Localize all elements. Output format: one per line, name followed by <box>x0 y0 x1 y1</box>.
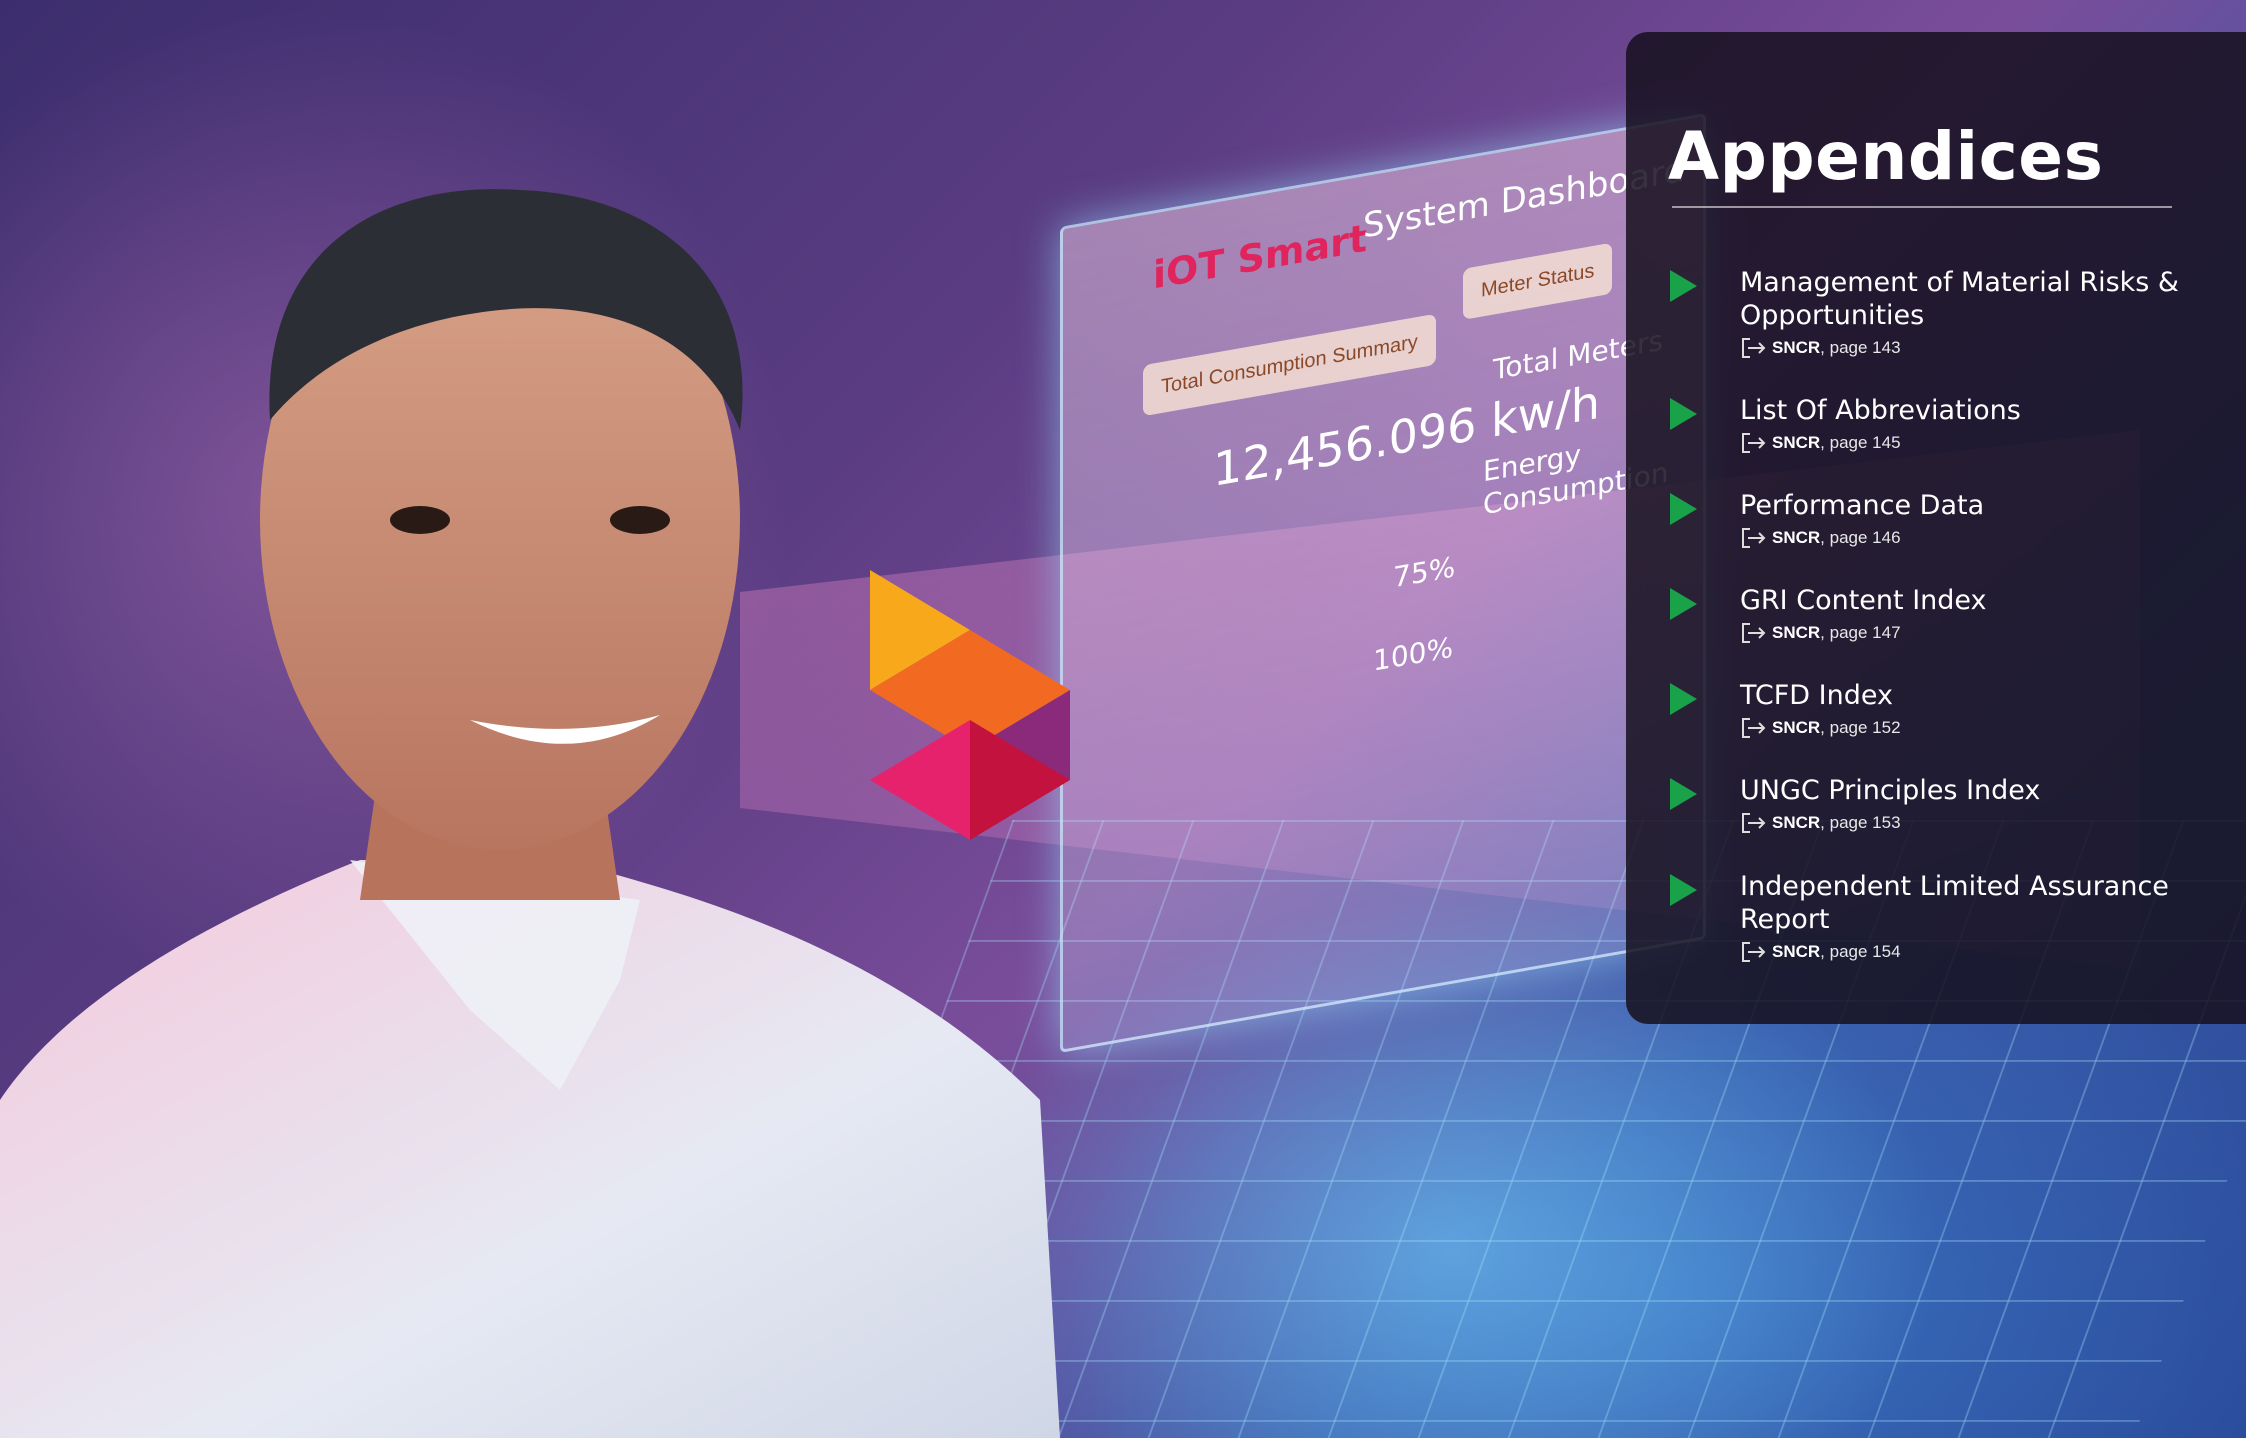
ref-page: , page 145 <box>1820 433 1901 452</box>
hologram-dashboard: iOT Smart System Dashboard Total Consump… <box>1060 113 1706 1053</box>
appendix-item-tcfd-index[interactable]: TCFD Index SNCR, page 152 <box>1670 679 2210 740</box>
play-arrow-icon <box>1670 493 1697 525</box>
appendix-reference-link[interactable]: SNCR, page 153 <box>1740 811 2210 835</box>
ref-label: SNCR <box>1772 718 1821 737</box>
hologram-pct-100: 100% <box>1373 630 1454 678</box>
title-divider <box>1672 206 2172 208</box>
external-link-icon <box>1742 433 1766 453</box>
ref-page: , page 153 <box>1820 813 1901 832</box>
appendix-reference-link[interactable]: SNCR, page 152 <box>1740 716 2210 740</box>
hologram-logo: iOT Smart <box>1153 215 1367 298</box>
appendix-item-ungc-index[interactable]: UNGC Principles Index SNCR, page 153 <box>1670 774 2210 835</box>
appendix-reference-link[interactable]: SNCR, page 146 <box>1740 526 2210 550</box>
appendices-panel: Appendices Management of Material Risks … <box>1626 32 2246 1024</box>
appendix-title: Performance Data <box>1740 490 1985 521</box>
appendix-title: GRI Content Index <box>1740 585 1987 616</box>
appendix-title: UNGC Principles Index <box>1740 775 2041 806</box>
appendix-title: Management of Material Risks & Opportuni… <box>1740 267 2179 331</box>
appendix-item-performance-data[interactable]: Performance Data SNCR, page 146 <box>1670 489 2210 550</box>
play-arrow-icon <box>1670 588 1697 620</box>
external-link-icon <box>1742 623 1766 643</box>
external-link-icon <box>1742 813 1766 833</box>
appendix-reference-link[interactable]: SNCR, page 145 <box>1740 431 2210 455</box>
brand-logo-icon <box>870 570 1070 840</box>
appendix-item-material-risks[interactable]: Management of Material Risks & Opportuni… <box>1670 266 2210 360</box>
ref-label: SNCR <box>1772 942 1821 961</box>
play-arrow-icon <box>1670 398 1697 430</box>
appendix-reference-link[interactable]: SNCR, page 154 <box>1740 940 2210 964</box>
ref-page: , page 154 <box>1820 942 1901 961</box>
ref-page: , page 146 <box>1820 528 1901 547</box>
ref-label: SNCR <box>1772 338 1821 357</box>
external-link-icon <box>1742 718 1766 738</box>
external-link-icon <box>1742 338 1766 358</box>
hologram-status-card: Meter Status <box>1463 242 1613 320</box>
hologram-summary-card: Total Consumption Summary <box>1143 313 1436 417</box>
appendix-reference-link[interactable]: SNCR, page 147 <box>1740 621 2210 645</box>
external-link-icon <box>1742 942 1766 962</box>
appendix-reference-link[interactable]: SNCR, page 143 <box>1740 336 2210 360</box>
ref-page: , page 152 <box>1820 718 1901 737</box>
play-arrow-icon <box>1670 874 1697 906</box>
appendix-title: Independent Limited Assurance Report <box>1740 871 2169 935</box>
ref-label: SNCR <box>1772 528 1821 547</box>
play-arrow-icon <box>1670 778 1697 810</box>
ref-page: , page 143 <box>1820 338 1901 357</box>
appendix-item-assurance-report[interactable]: Independent Limited Assurance Report SNC… <box>1670 870 2210 964</box>
external-link-icon <box>1742 528 1766 548</box>
ref-label: SNCR <box>1772 433 1821 452</box>
play-arrow-icon <box>1670 683 1697 715</box>
appendix-item-gri-index[interactable]: GRI Content Index SNCR, page 147 <box>1670 584 2210 645</box>
hologram-pct-75: 75% <box>1393 550 1456 595</box>
ref-label: SNCR <box>1772 813 1821 832</box>
ref-label: SNCR <box>1772 623 1821 642</box>
appendix-item-abbreviations[interactable]: List Of Abbreviations SNCR, page 145 <box>1670 394 2210 455</box>
appendix-title: List Of Abbreviations <box>1740 395 2021 426</box>
appendix-title: TCFD Index <box>1740 680 1893 711</box>
page-title: Appendices <box>1668 118 2104 195</box>
ref-page: , page 147 <box>1820 623 1901 642</box>
play-arrow-icon <box>1670 270 1697 302</box>
